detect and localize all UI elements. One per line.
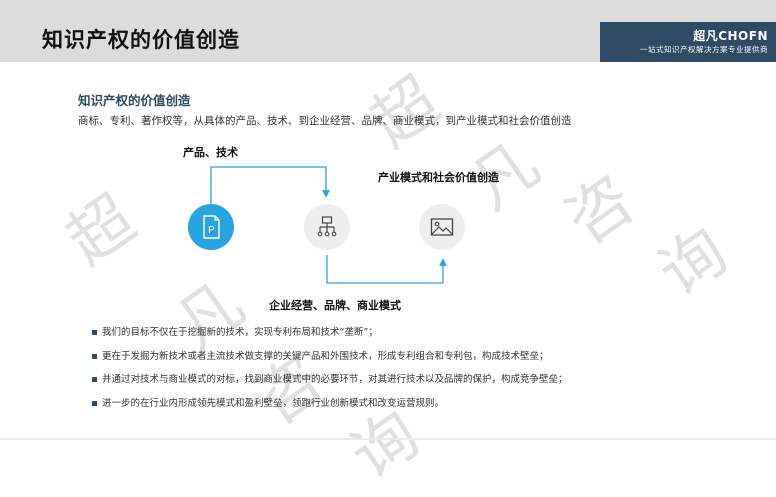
bullet-item: 我们的目标不仅在于挖掘新的技术，实现专利布局和技术“垄断”； [92, 326, 568, 350]
image-icon [430, 218, 454, 236]
node-patent: P [188, 204, 234, 250]
label-product-tech: 产品、技术 [183, 146, 238, 159]
patent-document-icon: P [203, 215, 220, 239]
org-chart-icon [317, 216, 337, 237]
bullet-item: 更在于发掘为新技术或者主流技术做支撑的关键产品和外围技术，形成专利组合和专利包，… [92, 350, 568, 374]
node-organization [304, 204, 350, 250]
svg-text:P: P [208, 225, 215, 236]
label-business-model: 企业经营、品牌、商业模式 [269, 299, 401, 312]
connector-top [210, 166, 330, 204]
node-industry [419, 204, 465, 250]
connector-bottom [326, 255, 447, 284]
